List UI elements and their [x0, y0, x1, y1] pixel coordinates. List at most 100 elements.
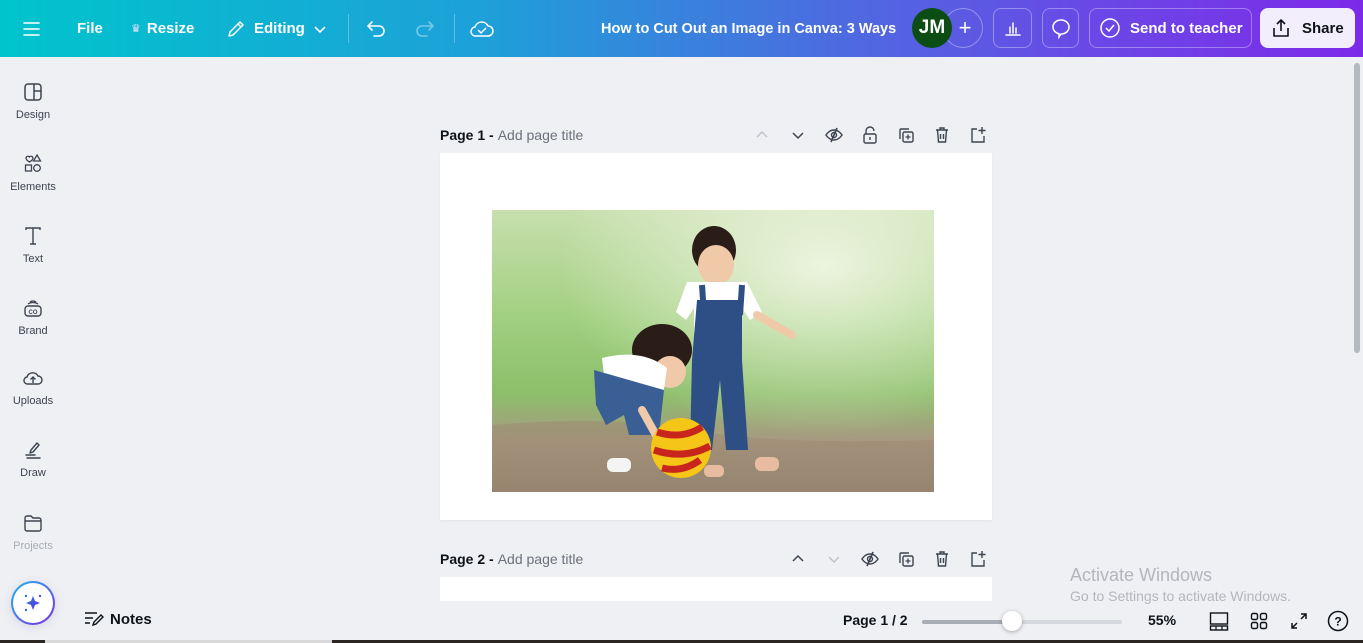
- notes-button[interactable]: Notes: [84, 610, 152, 628]
- help-button[interactable]: ?: [1327, 610, 1349, 632]
- move-page-down-button[interactable]: [788, 125, 808, 145]
- duplicate-icon: [899, 128, 914, 143]
- magic-assistant-button[interactable]: [11, 581, 55, 625]
- sidebar-item-draw[interactable]: Draw: [0, 439, 66, 479]
- zoom-percentage[interactable]: 55%: [1148, 612, 1176, 628]
- share-label: Share: [1302, 19, 1344, 37]
- grid-icon: [1250, 612, 1268, 630]
- page-2-label: Page 2 -: [440, 551, 494, 567]
- save-status-button[interactable]: [469, 0, 495, 57]
- page-2-header: Page 2 - Add page title: [440, 546, 992, 572]
- main-menu-button[interactable]: [22, 0, 44, 57]
- add-page-button[interactable]: [968, 549, 988, 569]
- check-circle-icon: [1100, 18, 1120, 38]
- hide-page-button[interactable]: [824, 125, 844, 145]
- photo-illustration: [492, 210, 934, 492]
- undo-icon: [367, 20, 385, 37]
- page-2-canvas[interactable]: [440, 577, 992, 601]
- comments-button[interactable]: [1042, 8, 1079, 48]
- plus-icon: +: [958, 15, 972, 40]
- redo-button[interactable]: [413, 0, 435, 57]
- top-toolbar: File ♛ Resize Editing How to Cut Out an …: [0, 0, 1363, 57]
- move-page-up-button[interactable]: [788, 549, 808, 569]
- design-icon: [24, 83, 42, 101]
- user-avatar[interactable]: JM: [912, 8, 952, 48]
- chevron-up-icon: [792, 554, 804, 562]
- projects-icon: [24, 515, 42, 532]
- undo-button[interactable]: [366, 0, 388, 57]
- duplicate-icon: [899, 552, 914, 567]
- toolbar-divider: [454, 14, 455, 43]
- thumbnail-view-button[interactable]: [1208, 610, 1230, 632]
- sidebar-item-design[interactable]: Design: [0, 81, 66, 121]
- page-1-canvas[interactable]: [440, 153, 992, 520]
- add-page-button[interactable]: [968, 125, 988, 145]
- resize-button[interactable]: ♛ Resize: [131, 0, 194, 57]
- fullscreen-button[interactable]: [1288, 610, 1310, 632]
- zoom-slider[interactable]: [922, 611, 1122, 631]
- eye-slash-icon: [825, 127, 843, 143]
- add-page-icon: [971, 127, 986, 143]
- lock-page-button[interactable]: [860, 125, 880, 145]
- left-sidebar: Design Elements Text CO Brand Uploads Dr…: [0, 57, 66, 643]
- notes-label: Notes: [110, 610, 152, 628]
- insights-button[interactable]: [993, 8, 1032, 48]
- duplicate-page-button[interactable]: [896, 125, 916, 145]
- sidebar-item-brand[interactable]: CO Brand: [0, 297, 66, 337]
- chevron-down-icon: [314, 25, 326, 33]
- trash-icon: [936, 127, 948, 143]
- toolbar-divider: [348, 14, 349, 43]
- resize-label: Resize: [146, 20, 195, 37]
- uploads-icon: [23, 372, 43, 385]
- move-page-up-button[interactable]: [752, 125, 772, 145]
- eye-slash-icon: [861, 551, 879, 567]
- svg-text:CO: CO: [29, 310, 38, 316]
- sidebar-label: Brand: [18, 325, 48, 337]
- document-title[interactable]: How to Cut Out an Image in Canva: 3 Ways: [601, 0, 896, 57]
- page-1-header: Page 1 - Add page title: [440, 122, 992, 148]
- cloud-check-icon: [470, 20, 494, 37]
- file-menu-button[interactable]: File: [77, 0, 103, 57]
- page-2-title-input[interactable]: Add page title: [498, 551, 584, 567]
- zoom-slider-thumb[interactable]: [1002, 611, 1022, 631]
- move-page-down-button[interactable]: [824, 549, 844, 569]
- delete-page-button[interactable]: [932, 125, 952, 145]
- duplicate-page-button[interactable]: [896, 549, 916, 569]
- children-playing-photo[interactable]: [492, 210, 934, 492]
- share-upload-icon: [1273, 19, 1289, 37]
- delete-page-button[interactable]: [932, 549, 952, 569]
- vertical-scrollbar[interactable]: [1354, 63, 1360, 353]
- zoom-slider-fill: [922, 620, 1012, 624]
- send-to-teacher-button[interactable]: Send to teacher: [1089, 8, 1252, 48]
- page-indicator[interactable]: Page 1 / 2: [843, 612, 908, 628]
- grid-view-button[interactable]: [1248, 610, 1270, 632]
- brand-icon: CO: [24, 300, 42, 317]
- unlock-icon: [863, 126, 877, 144]
- sidebar-label: Projects: [13, 540, 53, 552]
- elements-icon: [24, 153, 42, 172]
- pencil-icon: [228, 20, 244, 37]
- chevron-up-icon: [756, 130, 768, 138]
- hide-page-button[interactable]: [860, 549, 880, 569]
- notes-icon: [85, 612, 104, 627]
- draw-icon: [25, 442, 41, 459]
- chevron-down-icon: [828, 556, 840, 564]
- sidebar-label: Elements: [10, 181, 56, 193]
- add-page-icon: [971, 551, 986, 567]
- bar-chart-icon: [1004, 22, 1021, 36]
- sidebar-item-text[interactable]: Text: [0, 225, 66, 265]
- page-1-title-input[interactable]: Add page title: [498, 127, 584, 143]
- sidebar-item-projects[interactable]: Projects: [0, 512, 66, 552]
- windows-activation-watermark: Activate Windows Go to Settings to activ…: [1070, 565, 1291, 604]
- share-button[interactable]: Share: [1260, 8, 1355, 48]
- sidebar-label: Draw: [20, 467, 46, 479]
- page-1-label: Page 1 -: [440, 127, 494, 143]
- sidebar-item-uploads[interactable]: Uploads: [0, 367, 66, 407]
- send-to-teacher-label: Send to teacher: [1130, 19, 1243, 37]
- editing-mode-dropdown[interactable]: Editing: [226, 0, 327, 57]
- sidebar-label: Text: [22, 253, 44, 265]
- watermark-title: Activate Windows: [1070, 565, 1213, 585]
- comment-bubble-icon: [1051, 19, 1070, 39]
- svg-text:?: ?: [1334, 615, 1341, 629]
- sidebar-item-elements[interactable]: Elements: [0, 153, 66, 193]
